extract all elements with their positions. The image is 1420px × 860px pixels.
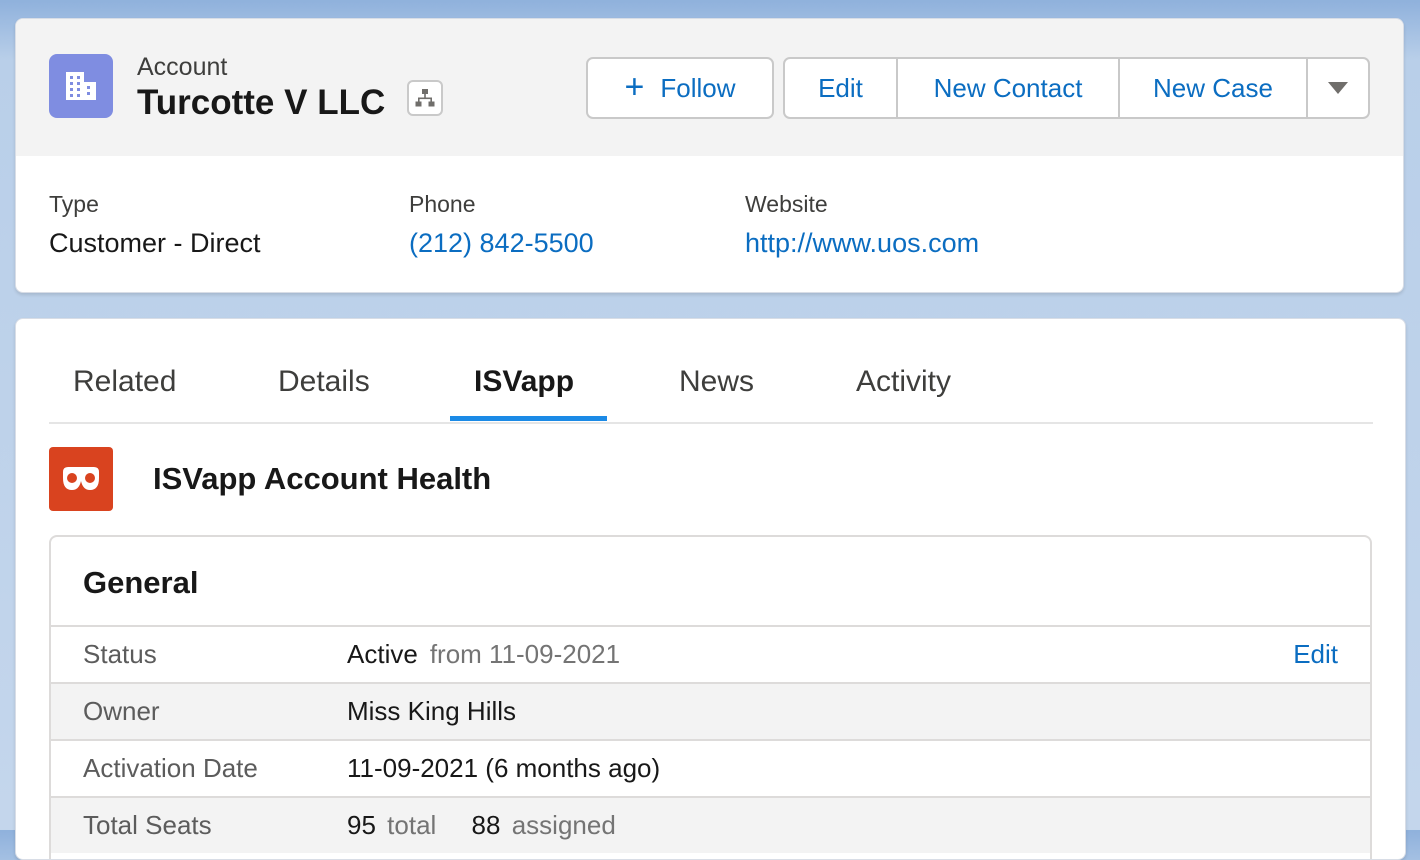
edit-button[interactable]: Edit [783,57,898,119]
seats-assigned-label: assigned [511,810,616,840]
field-phone-label: Phone [409,191,476,217]
tab-news[interactable]: News [679,365,754,399]
field-website: Website http://www.uos.com [745,191,979,259]
field-type-label: Type [49,191,99,217]
seats-value: 95 total 88 assigned [347,810,616,841]
details-table: Status Active from 11-09-2021 Edit Owner … [51,625,1370,853]
section-title: General [83,565,199,600]
row-value: Active from 11-09-2021 [347,639,620,670]
edit-status-link[interactable]: Edit [1293,639,1338,670]
action-button-group: Edit New Contact New Case [783,57,1370,119]
tab-details[interactable]: Details [278,365,370,399]
seats-total-label: total [387,810,437,840]
caret-down-icon [1328,82,1348,94]
phone-link[interactable]: (212) 842-5500 [409,228,594,259]
tab-related[interactable]: Related [73,365,176,399]
app-title: ISVapp Account Health [153,461,492,496]
record-detail-card: Related Details ISVapp News Activity ISV… [15,318,1406,860]
owner-value: Miss King Hills [347,696,517,726]
building-icon [49,54,113,118]
table-row-total-seats: Total Seats 95 total 88 assigned [51,796,1370,853]
follow-button[interactable]: + Follow [586,57,774,119]
row-label: Status [83,639,157,669]
field-phone: Phone (212) 842-5500 [409,191,594,259]
active-tab-indicator [450,416,607,421]
follow-button-label: Follow [660,72,736,103]
activation-date-value: 11-09-2021 (6 months ago) [347,753,661,783]
field-type: Type Customer - Direct [49,191,261,259]
status-since: from 11-09-2021 [429,639,621,669]
website-link[interactable]: http://www.uos.com [745,228,979,259]
plus-icon: + [624,67,645,106]
row-label: Activation Date [83,753,258,783]
new-case-button[interactable]: New Case [1118,57,1308,119]
field-website-label: Website [745,191,828,217]
isvapp-logo-icon [49,447,113,511]
status-value: Active [347,639,418,669]
view-hierarchy-button[interactable] [407,80,443,116]
hierarchy-icon [415,89,435,107]
row-label: Owner [83,696,160,726]
more-actions-button[interactable] [1306,57,1370,119]
record-title: Turcotte V LLC [137,83,386,122]
table-row-owner: Owner Miss King Hills [51,682,1370,739]
table-row-status: Status Active from 11-09-2021 Edit [51,625,1370,682]
row-label: Total Seats [83,810,212,840]
general-section-card: General Status Active from 11-09-2021 Edi… [49,535,1372,859]
table-row-activation-date: Activation Date 11-09-2021 (6 months ago… [51,739,1370,796]
record-header-card: Account Turcotte V LLC + Follow Edit New… [15,18,1404,293]
seats-assigned-count: 88 [471,810,501,840]
object-type-label: Account [137,53,228,81]
tab-isvapp[interactable]: ISVapp [474,365,574,399]
tab-bar: Related Details ISVapp News Activity [49,319,1373,424]
tab-activity[interactable]: Activity [856,365,951,399]
seats-total-count: 95 [347,810,376,840]
field-type-value: Customer - Direct [49,228,261,258]
record-header-top: Account Turcotte V LLC + Follow Edit New… [16,19,1403,156]
new-contact-button[interactable]: New Contact [896,57,1120,119]
